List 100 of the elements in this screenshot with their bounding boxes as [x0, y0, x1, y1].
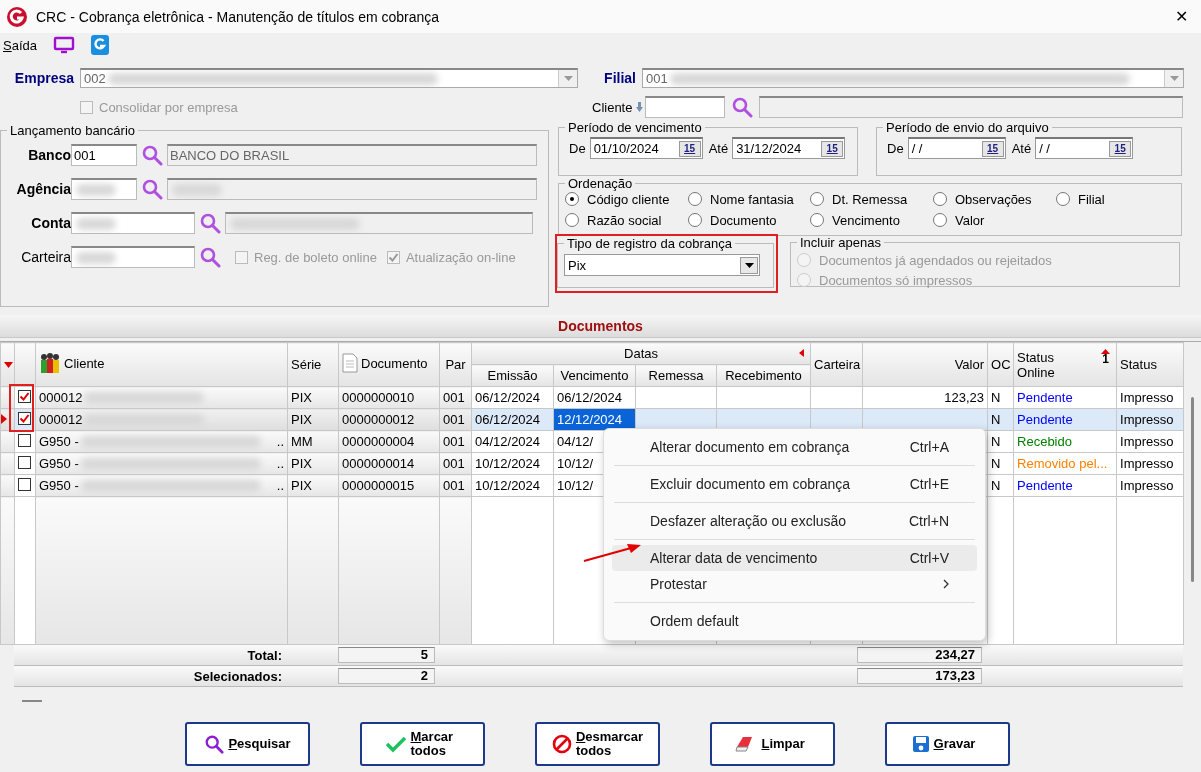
code-field[interactable] — [71, 246, 195, 268]
column-header[interactable]: Carteira — [810, 342, 863, 387]
radio-button[interactable] — [688, 192, 702, 206]
radio-button[interactable] — [810, 213, 824, 227]
action-button[interactable]: Pesquisar — [185, 722, 310, 766]
menu-item[interactable]: Desfazer alteração ou exclusão Ctrl+N — [612, 508, 977, 534]
row-checkbox[interactable] — [18, 433, 31, 447]
logo-icon[interactable] — [91, 35, 109, 55]
radio-button[interactable] — [688, 213, 702, 227]
column-header[interactable]: Par — [439, 342, 472, 387]
radio-button[interactable] — [565, 192, 579, 206]
table-cell: 10/12/2024 — [471, 474, 554, 497]
code-field[interactable] — [71, 212, 195, 234]
radio-button[interactable] — [565, 213, 579, 227]
field-label: Até — [1011, 140, 1032, 156]
code-field[interactable] — [71, 178, 137, 200]
table-cell: Pendente — [1013, 386, 1117, 409]
calendar-button[interactable]: 15 — [981, 140, 1004, 157]
action-button[interactable]: Desmarcar todos — [535, 722, 660, 766]
date-field[interactable]: / / 15 — [907, 137, 1006, 159]
company-dropdown[interactable]: 002 — [80, 68, 578, 88]
calendar-button[interactable]: 15 — [1109, 140, 1132, 157]
total-label: Selecionados: — [192, 668, 282, 684]
close-button[interactable]: ✕ — [1161, 7, 1201, 26]
date-field[interactable]: 01/10/2024 15 — [589, 137, 703, 159]
search-icon[interactable] — [199, 246, 221, 268]
dropdown-arrow-icon — [744, 262, 754, 268]
table-cell: Impresso — [1116, 430, 1184, 453]
date-field[interactable]: / / 15 — [1035, 137, 1134, 159]
column-header[interactable]: Status — [1116, 342, 1184, 387]
group-title: Ordenação — [567, 176, 634, 191]
radio-button[interactable] — [1056, 192, 1070, 206]
action-button[interactable]: Gravar — [885, 722, 1010, 766]
table-cell: Impresso — [1116, 474, 1184, 497]
table-cell: 06/12/2024 — [553, 386, 636, 409]
radio-button[interactable] — [933, 192, 947, 206]
field-label: De — [887, 140, 904, 156]
search-icon[interactable] — [141, 144, 163, 166]
description-field: BANCO DO BRASIL — [167, 144, 537, 166]
table-cell: 10/12/2024 — [471, 452, 554, 475]
column-header[interactable]: Série — [287, 342, 339, 387]
table-cell: N — [987, 452, 1014, 475]
monitor-icon[interactable] — [53, 36, 75, 54]
menu-item[interactable]: Ordem default — [612, 608, 977, 634]
radio-button[interactable] — [933, 213, 947, 227]
window-title: CRC - Cobrança eletrônica - Manutenção de títulos em cobrança — [36, 8, 440, 25]
sort-order: 1 — [1102, 354, 1109, 365]
code-field[interactable]: 001 — [71, 144, 137, 166]
radio-label: Filial — [1078, 191, 1105, 207]
radio-label: Observações — [955, 191, 1032, 207]
menu-item[interactable]: Protestar — [612, 571, 977, 597]
total-value: 234,27 — [857, 647, 982, 663]
table-cell: N — [987, 430, 1014, 453]
search-icon[interactable] — [731, 96, 754, 118]
header-label: Status Online — [1017, 349, 1056, 380]
table-cell: 06/12/2024 — [471, 386, 554, 409]
group-title: Lançamento bancário — [9, 123, 137, 138]
radio-button[interactable] — [810, 192, 824, 206]
type-dropdown[interactable]: Pix — [564, 254, 760, 276]
calendar-button[interactable]: 15 — [678, 140, 701, 157]
client-code-field[interactable] — [645, 96, 726, 118]
column-header[interactable]: Documento — [338, 342, 440, 387]
radio-label: Nome fantasia — [710, 191, 794, 207]
branch-dropdown[interactable]: 001 — [642, 68, 1184, 88]
table-cell: 04/12/2024 — [471, 430, 554, 453]
menu-item[interactable]: Saída — [3, 37, 37, 53]
column-header[interactable]: Cliente — [35, 342, 288, 387]
table-cell: Pendente — [1013, 474, 1117, 497]
ellipsis: .. — [276, 434, 284, 449]
column-header[interactable]: OC — [987, 342, 1014, 387]
arrow-down-icon — [636, 102, 644, 112]
field-label: Até — [708, 140, 729, 156]
date-field[interactable]: 31/12/2024 15 — [732, 137, 846, 159]
client-code: G950 - — [39, 434, 79, 449]
calendar-button[interactable]: 15 — [821, 140, 844, 157]
search-icon[interactable] — [199, 212, 221, 234]
header-label: Datas — [624, 346, 658, 361]
collapse-indicator-icon[interactable] — [799, 349, 805, 357]
menu-item[interactable]: Alterar data de vencimento Ctrl+V — [612, 545, 977, 571]
sort-arrow-icon — [1101, 349, 1111, 354]
group-title: Período de envio do arquivo — [885, 120, 1050, 135]
action-button[interactable]: Limpar — [710, 722, 835, 766]
row-checkbox[interactable] — [18, 477, 31, 491]
section-title: Documentos — [558, 318, 643, 334]
action-button[interactable]: Marcar todos — [360, 722, 485, 766]
client-code: 000012 — [39, 412, 83, 427]
table-cell: N — [987, 474, 1014, 497]
column-header[interactable]: Valor — [862, 342, 988, 387]
row-checkbox[interactable] — [18, 390, 31, 403]
row-checkbox[interactable] — [18, 455, 31, 469]
field-label: Filial — [603, 70, 636, 86]
column-header[interactable]: Status Online 1 — [1013, 342, 1117, 387]
field-label: De — [569, 140, 586, 156]
table-cell: N — [987, 386, 1014, 409]
row-checkbox[interactable] — [18, 412, 31, 425]
search-icon[interactable] — [141, 178, 163, 200]
radio-label: Vencimento — [832, 212, 900, 228]
radio-label: Valor — [955, 212, 985, 228]
ellipsis: .. — [276, 478, 284, 493]
table-cell: Impresso — [1116, 386, 1184, 409]
